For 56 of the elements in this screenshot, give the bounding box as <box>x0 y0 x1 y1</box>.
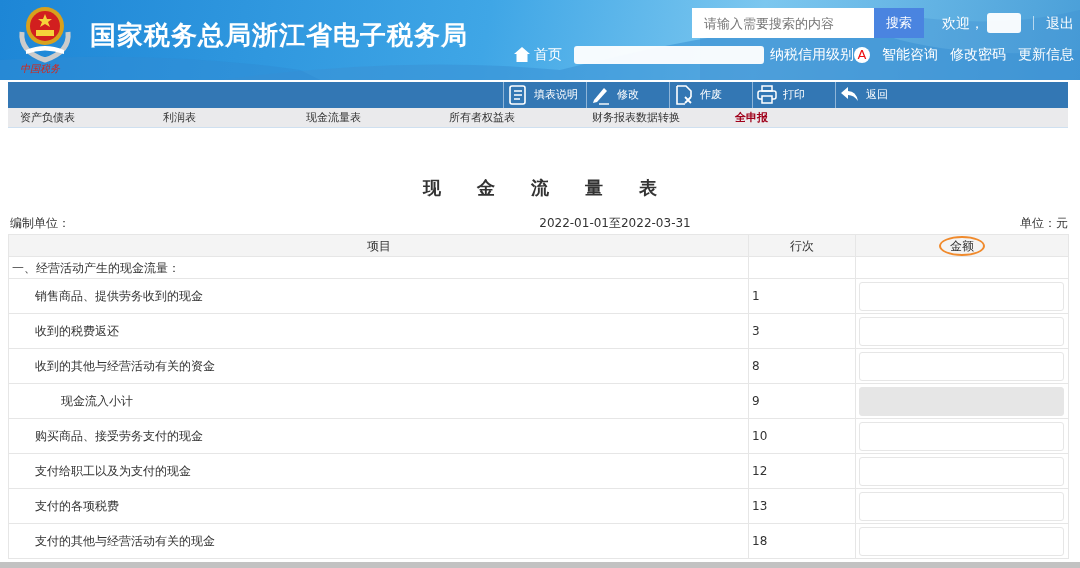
logout-link[interactable]: 退出 <box>1033 16 1074 30</box>
line-number: 10 <box>748 418 856 454</box>
section-heading: 一、经营活动产生的现金流量： <box>8 256 749 279</box>
column-header: 行次 <box>790 238 814 253</box>
report-tab[interactable]: 利润表 <box>151 108 294 127</box>
line-number: 13 <box>748 488 856 524</box>
line-number: 3 <box>748 313 856 349</box>
printer-icon <box>757 85 777 105</box>
pencil-icon <box>591 85 611 105</box>
amount-field[interactable] <box>859 526 1064 556</box>
item-label: 现金流入小计 <box>8 383 749 419</box>
search-button[interactable]: 搜索 <box>874 8 924 38</box>
amount-field[interactable] <box>859 316 1064 346</box>
item-label: 购买商品、接受劳务支付的现金 <box>8 418 749 454</box>
credit-level-link[interactable]: 纳税信用级别 A <box>770 44 870 65</box>
currency-unit: 单位：元 <box>1020 215 1068 232</box>
header-link[interactable]: 修改密码 <box>950 44 1006 65</box>
item-label: 支付给职工以及为支付的现金 <box>8 453 749 489</box>
line-number: 8 <box>748 348 856 384</box>
header-link[interactable]: 智能咨询 <box>882 44 938 65</box>
column-header: 金额 <box>939 235 985 256</box>
site-title: 国家税务总局浙江省电子税务局 <box>90 19 468 52</box>
report-tab[interactable]: 全申报 <box>723 108 866 127</box>
amount-field[interactable] <box>859 456 1064 486</box>
amount-field[interactable] <box>859 281 1064 311</box>
item-label: 支付的各项税费 <box>8 488 749 524</box>
line-number: 1 <box>748 278 856 314</box>
doc-icon <box>508 85 528 105</box>
item-label: 销售商品、提供劳务收到的现金 <box>8 278 749 314</box>
amount-field[interactable] <box>859 351 1064 381</box>
document-x-icon <box>674 85 694 105</box>
report-period: 2022-01-01至2022-03-31 <box>539 215 691 232</box>
line-number: 18 <box>748 523 856 559</box>
credit-grade-badge: A <box>854 46 870 63</box>
scrollbar[interactable] <box>0 562 1080 568</box>
header-link[interactable]: 更新信息 <box>1018 44 1074 65</box>
amount-field[interactable] <box>859 491 1064 521</box>
home-icon <box>513 46 531 63</box>
welcome-text: 欢迎， <box>942 13 984 33</box>
report-tab[interactable]: 财务报表数据转换 <box>580 108 723 127</box>
report-tab[interactable]: 所有者权益表 <box>437 108 580 127</box>
item-label: 收到的其他与经营活动有关的资金 <box>8 348 749 384</box>
redacted-name <box>987 13 1021 33</box>
report-tab[interactable]: 资产负债表 <box>8 108 151 127</box>
report-tab[interactable]: 现金流量表 <box>294 108 437 127</box>
report-title: 现金流量表 <box>421 176 694 200</box>
column-header: 项目 <box>366 238 391 253</box>
item-label: 收到的税费返还 <box>8 313 749 349</box>
line-number: 12 <box>748 453 856 489</box>
line-number: 9 <box>748 383 856 419</box>
search-field[interactable]: 请输入需要搜索的内容 <box>692 8 874 38</box>
unit-label: 编制单位： <box>10 215 70 232</box>
logo-text: 中国税务 <box>20 64 61 74</box>
amount-field[interactable] <box>859 421 1064 451</box>
home-link[interactable]: 首页 <box>534 44 562 65</box>
item-label: 支付的其他与经营活动有关的现金 <box>8 523 749 559</box>
